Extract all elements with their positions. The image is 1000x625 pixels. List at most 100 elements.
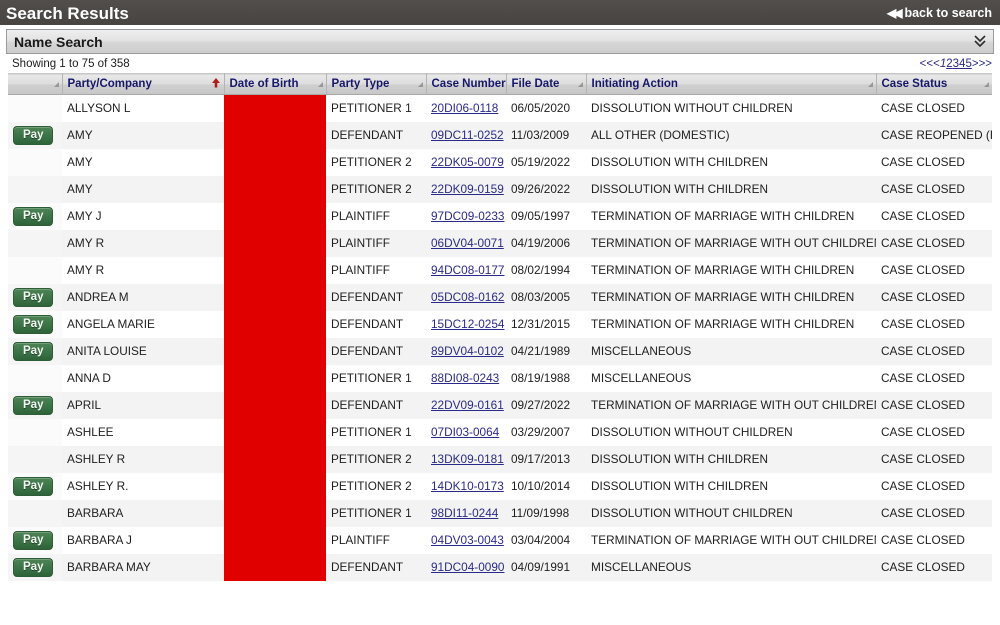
- case-number-link[interactable]: 05DC08-0162: [431, 290, 504, 304]
- cell-pay: Pay: [8, 472, 62, 500]
- cell-party-company: AMY R: [62, 229, 224, 257]
- cell-case-number: 13DK09-0181: [426, 445, 506, 473]
- cell-party-company: ANGELA MARIE: [62, 310, 224, 338]
- column-header-initiating-action[interactable]: Initiating Action: [586, 73, 877, 95]
- showing-count-label: Showing 1 to 75 of 358: [12, 57, 130, 70]
- table-row: ALLYSON L PETITIONER 1 20DI06-0118 06/05/20…: [8, 94, 992, 122]
- case-number-link[interactable]: 22DV09-0161: [431, 398, 504, 412]
- case-number-link[interactable]: 06DV04-0071: [431, 236, 504, 250]
- pay-button[interactable]: Pay: [13, 125, 54, 145]
- case-number-link[interactable]: 09DC11-0252: [431, 128, 504, 142]
- cell-date-of-birth-redacted: [224, 256, 326, 284]
- cell-file-date: 04/21/1989: [506, 337, 586, 365]
- cell-case-number: 15DC12-0254: [426, 310, 506, 338]
- cell-date-of-birth-redacted: [224, 418, 326, 446]
- cell-case-number: 09DC11-0252: [426, 121, 506, 149]
- cell-case-status: CASE REOPENED (RO): [876, 121, 992, 149]
- cell-case-status: CASE CLOSED: [876, 148, 992, 176]
- sort-triangle-icon: [984, 81, 989, 87]
- case-number-link[interactable]: 22DK09-0159: [431, 182, 504, 196]
- pay-button[interactable]: Pay: [13, 476, 54, 496]
- column-header-party-type[interactable]: Party Type: [326, 73, 427, 95]
- cell-case-number: 22DK05-0079: [426, 148, 506, 176]
- double-chevron-down-icon[interactable]: [974, 34, 986, 49]
- case-number-link[interactable]: 20DI06-0118: [431, 101, 498, 115]
- cell-pay: [8, 418, 62, 446]
- column-header-case-status[interactable]: Case Status: [876, 73, 992, 95]
- pager-last[interactable]: >>: [979, 58, 992, 70]
- cell-file-date: 09/17/2013: [506, 445, 586, 473]
- pay-button[interactable]: Pay: [13, 530, 54, 550]
- table-row: AMY PETITIONER 2 22DK09-0159 09/26/2022 DISS…: [8, 175, 992, 203]
- back-to-search-link[interactable]: ◀◀ back to search: [887, 6, 992, 20]
- table-header: Party/Company Date of Birth Party Type C…: [8, 73, 992, 95]
- case-number-link[interactable]: 97DC09-0233: [431, 209, 504, 223]
- cell-date-of-birth-redacted: [224, 364, 326, 392]
- cell-party-company: APRIL: [62, 391, 224, 419]
- table-row: Pay ANITA LOUISE DEFENDANT 89DV04-0102 04/21…: [8, 337, 992, 365]
- case-number-link[interactable]: 22DK05-0079: [431, 155, 504, 169]
- cell-initiating-action: MISCELLANEOUS: [586, 553, 876, 581]
- case-number-link[interactable]: 14DK10-0173: [431, 479, 504, 493]
- name-search-collapsible-header[interactable]: Name Search: [6, 29, 994, 54]
- cell-case-number: 20DI06-0118: [426, 94, 506, 122]
- column-header-initiating-action-label: Initiating Action: [591, 78, 678, 90]
- case-number-link[interactable]: 98DI11-0244: [431, 506, 498, 520]
- cell-party-company: ANDREA M: [62, 283, 224, 311]
- pager-first[interactable]: <<: [920, 58, 933, 70]
- column-header-pay[interactable]: [8, 73, 63, 95]
- cell-case-number: 06DV04-0071: [426, 229, 506, 257]
- cell-file-date: 05/19/2022: [506, 148, 586, 176]
- pay-button[interactable]: Pay: [13, 341, 54, 361]
- cell-case-status: CASE CLOSED: [876, 94, 992, 122]
- column-header-file-date[interactable]: File Date: [506, 73, 587, 95]
- column-header-case-number[interactable]: Case Number: [426, 73, 507, 95]
- cell-case-status: CASE CLOSED: [876, 364, 992, 392]
- table-header-row: Party/Company Date of Birth Party Type C…: [8, 73, 992, 95]
- cell-initiating-action: TERMINATION OF MARRIAGE WITH CHILDREN: [586, 256, 876, 284]
- case-number-link[interactable]: 15DC12-0254: [431, 317, 504, 331]
- cell-initiating-action: MISCELLANEOUS: [586, 364, 876, 392]
- cell-initiating-action: TERMINATION OF MARRIAGE WITH CHILDREN: [586, 283, 876, 311]
- cell-party-company: ASHLEY R: [62, 445, 224, 473]
- cell-date-of-birth-redacted: [224, 472, 326, 500]
- pay-button[interactable]: Pay: [13, 395, 54, 415]
- column-header-date-of-birth[interactable]: Date of Birth: [224, 73, 327, 95]
- cell-party-company: ANITA LOUISE: [62, 337, 224, 365]
- back-to-search-label: back to search: [904, 5, 992, 20]
- cell-case-number: 89DV04-0102: [426, 337, 506, 365]
- table-row: Pay AMY J PLAINTIFF 97DC09-0233 09/05/1997 TE…: [8, 202, 992, 230]
- case-number-link[interactable]: 13DK09-0181: [431, 452, 504, 466]
- cell-party-type: DEFENDANT: [326, 553, 426, 581]
- column-header-date-of-birth-label: Date of Birth: [229, 78, 299, 90]
- case-number-link[interactable]: 94DC08-0177: [431, 263, 504, 277]
- cell-case-number: 97DC09-0233: [426, 202, 506, 230]
- case-number-link[interactable]: 89DV04-0102: [431, 344, 504, 358]
- case-number-link[interactable]: 91DC04-0090: [431, 560, 504, 574]
- cell-file-date: 09/27/2022: [506, 391, 586, 419]
- pager-next[interactable]: >: [972, 58, 979, 70]
- sort-triangle-icon: [317, 81, 323, 87]
- cell-party-company: AMY: [62, 121, 224, 149]
- pay-button[interactable]: Pay: [13, 314, 54, 334]
- cell-party-company: ALLYSON L: [62, 94, 224, 122]
- pager-prev[interactable]: <: [933, 58, 940, 70]
- cell-file-date: 11/09/1998: [506, 499, 586, 527]
- cell-pay: [8, 94, 62, 122]
- cell-initiating-action: DISSOLUTION WITH CHILDREN: [586, 175, 876, 203]
- cell-date-of-birth-redacted: [224, 148, 326, 176]
- cell-file-date: 08/03/2005: [506, 283, 586, 311]
- cell-date-of-birth-redacted: [224, 121, 326, 149]
- column-header-party-company[interactable]: Party/Company: [62, 73, 225, 95]
- cell-file-date: 12/31/2015: [506, 310, 586, 338]
- case-number-link[interactable]: 07DI03-0064: [431, 425, 499, 439]
- pay-button[interactable]: Pay: [13, 206, 54, 226]
- cell-pay: [8, 175, 62, 203]
- case-number-link[interactable]: 04DV03-0043: [431, 533, 504, 547]
- cell-party-type: PETITIONER 1: [326, 94, 426, 122]
- table-row: AMY R PLAINTIFF 06DV04-0071 04/19/2006 TERMI…: [8, 229, 992, 257]
- case-number-link[interactable]: 88DI08-0243: [431, 371, 499, 385]
- pay-button[interactable]: Pay: [13, 287, 54, 307]
- cell-initiating-action: DISSOLUTION WITHOUT CHILDREN: [586, 94, 876, 122]
- pay-button[interactable]: Pay: [13, 557, 54, 577]
